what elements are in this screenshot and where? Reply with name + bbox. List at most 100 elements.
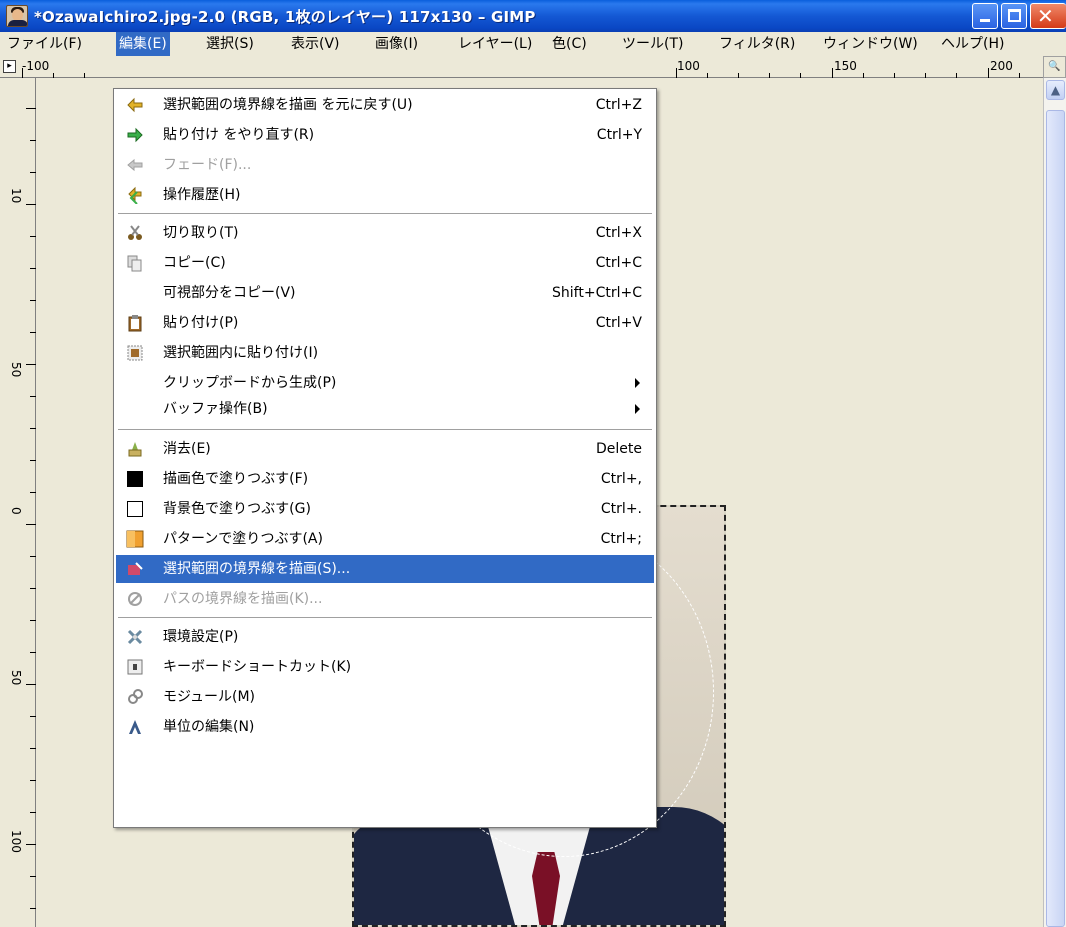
menu-item-shortcut: Shift+Ctrl+C [552,285,642,301]
ruler-label-text: 10 [9,188,23,204]
menu-item-shortcut: Ctrl+Y [596,127,642,143]
minimize-icon [980,19,990,22]
menu-item-clear[interactable]: 消去(E) Delete [116,435,654,463]
menu-tools[interactable]: ツール(T) [619,32,686,56]
menu-file[interactable]: ファイル(F) [4,32,85,56]
ruler-label: 0 [9,506,23,517]
menu-item-shortcut: Ctrl+C [595,255,642,271]
menu-layer[interactable]: レイヤー(L) [455,32,535,56]
menu-item-label: キーボードショートカット(K) [163,659,352,675]
scroll-up-button[interactable]: ▲ [1046,80,1065,100]
close-icon: ✕ [1037,4,1054,28]
scroll-thumb[interactable] [1046,110,1065,927]
menu-item-preferences[interactable]: 環境設定(P) [116,623,654,651]
menu-item-buffer[interactable]: バッファ操作(B) [116,395,654,423]
title-bar[interactable]: *OzawaIchiro2.jpg-2.0 (RGB, 1枚のレイヤー) 117… [0,0,1066,32]
menu-item-units[interactable]: 単位の編集(N) [116,713,654,741]
app-icon[interactable] [6,5,28,27]
menu-item-label: 選択範囲の境界線を描画(S)... [163,561,351,577]
menu-item-label: パスの境界線を描画(K)... [163,591,323,607]
horizontal-ruler[interactable]: -100 100 150 200 [0,56,1043,78]
minimize-button[interactable] [972,3,998,29]
menu-item-fill-fg[interactable]: 描画色で塗りつぶす(F) Ctrl+, [116,465,654,493]
stroke-path-icon [128,592,142,606]
menu-item-shortcut: Ctrl+, [600,471,642,487]
menu-item-label: コピー(C) [163,255,226,271]
menu-item-cut[interactable]: 切り取り(T) Ctrl+X [116,219,654,247]
menu-select[interactable]: 選択(S) [203,32,257,56]
menu-item-modules[interactable]: モジュール(M) [116,683,654,711]
quick-mask-icon[interactable]: ▸ [3,60,16,73]
copy-icon [127,255,142,272]
submenu-arrow-icon [635,378,640,388]
ruler-label-text: 50 [9,362,23,378]
menu-help[interactable]: ヘルプ(H) [938,32,1007,56]
menu-item-history[interactable]: 操作履歴(H) [116,181,654,209]
bg-fill-icon [127,501,143,517]
menu-item-copy-visible[interactable]: 可視部分をコピー(V) Shift+Ctrl+C [116,279,654,307]
menu-item-fill-bg[interactable]: 背景色で塗りつぶす(G) Ctrl+. [116,495,654,523]
menu-item-label: 消去(E) [163,441,211,457]
menu-item-copy[interactable]: コピー(C) Ctrl+C [116,249,654,277]
ruler-label-text: 100 [9,830,23,853]
menu-item-label: バッファ操作(B) [163,401,268,417]
menu-colors[interactable]: 色(C) [549,32,590,56]
keyboard-icon [127,659,143,675]
menu-item-shortcut: Ctrl+X [595,225,642,241]
units-icon [129,720,141,734]
menu-item-label: モジュール(M) [163,689,256,705]
menu-item-shortcut: Ctrl+V [595,315,642,331]
menu-item-label: 貼り付け(P) [163,315,239,331]
vertical-scrollbar[interactable]: ▲ [1043,78,1066,927]
ruler-label: -100 [22,59,50,73]
preferences-icon [127,629,143,645]
window-title: *OzawaIchiro2.jpg-2.0 (RGB, 1枚のレイヤー) 117… [34,8,536,26]
menu-item-stroke-selection[interactable]: 選択範囲の境界線を描画(S)... [116,555,654,583]
menu-item-keyboard-shortcuts[interactable]: キーボードショートカット(K) [116,653,654,681]
menu-filters[interactable]: フィルタ(R) [716,32,798,56]
redo-icon [127,127,143,143]
zoom-icon[interactable]: 🔍 [1043,56,1066,78]
menu-separator [118,429,652,431]
ruler-label: 100 [9,830,23,855]
menu-item-redo[interactable]: 貼り付け をやり直す(R) Ctrl+Y [116,121,654,149]
fade-icon [127,158,143,172]
module-icon [128,689,143,704]
menu-item-label: 切り取り(T) [163,225,239,241]
menu-item-shortcut: Ctrl+; [600,531,642,547]
menu-bar: ファイル(F) 編集(E) 選択(S) 表示(V) 画像(I) レイヤー(L) … [0,32,1066,56]
menu-item-undo[interactable]: 選択範囲の境界線を描画 を元に戻す(U) Ctrl+Z [116,91,654,119]
menu-item-shortcut: Ctrl+Z [595,97,642,113]
menu-view[interactable]: 表示(V) [288,32,343,56]
menu-item-paste-into[interactable]: 選択範囲内に貼り付け(I) [116,339,654,367]
stroke-selection-icon [128,562,143,575]
menu-item-paste-as[interactable]: クリップボードから生成(P) [116,369,654,397]
ruler-label: 50 [9,670,23,687]
ruler-label: 150 [834,59,857,73]
menu-item-label: 操作履歴(H) [163,187,241,203]
menu-edit[interactable]: 編集(E) [116,32,170,56]
ruler-label: 200 [990,59,1013,73]
edit-menu: 選択範囲の境界線を描画 を元に戻す(U) Ctrl+Z 貼り付け をやり直す(R… [113,88,657,828]
menu-item-label: 単位の編集(N) [163,719,255,735]
menu-item-label: 貼り付け をやり直す(R) [163,127,315,143]
menu-item-fade[interactable]: フェード(F)... [116,151,654,179]
vertical-ruler[interactable]: 10 50 0 50 100 [0,78,36,927]
fg-fill-icon [127,471,143,487]
ruler-label-text: 0 [9,507,23,515]
close-button[interactable]: ✕ [1030,3,1066,29]
menu-item-fill-pattern[interactable]: パターンで塗りつぶす(A) Ctrl+; [116,525,654,553]
menu-item-label: 描画色で塗りつぶす(F) [163,471,309,487]
menu-separator [118,617,652,619]
menu-image[interactable]: 画像(I) [372,32,421,56]
menu-separator [118,213,652,215]
menu-item-label: 選択範囲の境界線を描画 を元に戻す(U) [163,97,413,113]
undo-icon [127,97,143,113]
ruler-label: 10 [9,188,23,205]
menu-windows[interactable]: ウィンドウ(W) [820,32,921,56]
menu-item-label: パターンで塗りつぶす(A) [163,531,323,547]
maximize-button[interactable] [1001,3,1027,29]
menu-item-paste[interactable]: 貼り付け(P) Ctrl+V [116,309,654,337]
paste-into-icon [127,345,143,361]
menu-item-stroke-path[interactable]: パスの境界線を描画(K)... [116,585,654,613]
